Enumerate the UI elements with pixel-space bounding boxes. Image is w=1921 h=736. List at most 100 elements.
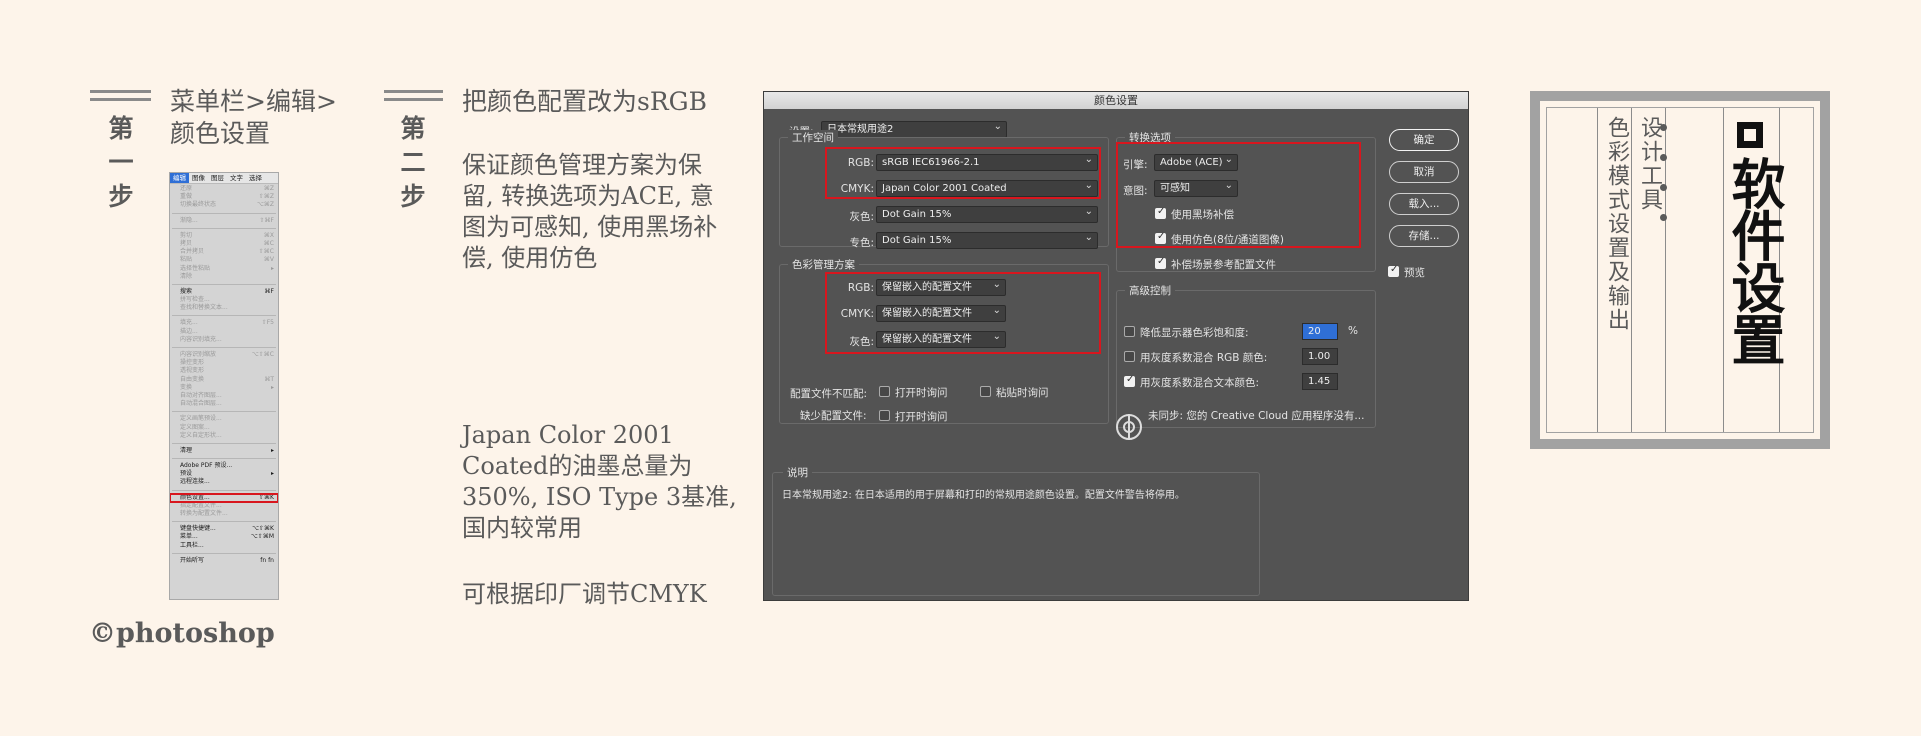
menu-item-label: 剪切	[180, 231, 193, 239]
menu-item-color-settings[interactable]: 颜色设置... ⇧⌘K	[170, 492, 278, 503]
menu-item-shortcut: ▸	[270, 383, 274, 391]
ws-spot-label: 专色:	[849, 237, 874, 249]
menubar-item[interactable]: 图像	[189, 173, 208, 183]
menu-item[interactable]: 切换最终状态 ⌥⌘Z	[170, 201, 278, 209]
menu-item[interactable]: 内容识别缩放 ⌥⇧⌘C	[170, 351, 278, 359]
creative-cloud-sync-icon	[1116, 414, 1142, 440]
menu-item-label: 内容识别填充...	[180, 335, 222, 343]
menu-item-label: 选择性粘贴	[180, 264, 211, 272]
menu-item[interactable]: 自由变换 ⌘T	[170, 376, 278, 384]
desaturate-monitor-checkbox[interactable]	[1124, 326, 1135, 337]
menu-item[interactable]: 转换为配置文件...	[170, 510, 278, 518]
menu-item-shortcut: ⌥⌘Z	[256, 201, 274, 209]
save-button[interactable]: 存储...	[1389, 225, 1459, 247]
menu-item-shortcut: ⇧⌘Z	[258, 193, 274, 201]
blend-text-gamma-checkbox[interactable]	[1124, 374, 1135, 387]
menu-item[interactable]: 剪切 ⌘X	[170, 232, 278, 240]
compensate-scene-profiles-checkbox[interactable]	[1155, 256, 1166, 269]
blend-text-gamma-input[interactable]: 1.45	[1302, 373, 1338, 390]
missing-ask-when-opening-checkbox[interactable]	[879, 410, 890, 421]
menu-item-label: 清除	[180, 272, 193, 280]
menu-item[interactable]: 搜索 ⌘F	[170, 288, 278, 296]
menu-item-label: 菜单...	[180, 533, 198, 541]
menu-item[interactable]: 透视变形	[170, 367, 278, 375]
menu-item-shortcut: ▸	[270, 470, 274, 478]
blend-rgb-gamma-checkbox[interactable]	[1124, 351, 1135, 362]
menu-item-label: 定义图案...	[180, 423, 210, 431]
percent-label: %	[1348, 325, 1358, 337]
menu-item[interactable]: 开始听写 fn fn	[170, 557, 278, 565]
menu-item[interactable]: 内容识别填充...	[170, 336, 278, 344]
working-spaces-legend: 工作空间	[788, 130, 838, 145]
ask-when-opening-label: 打开时询问	[895, 387, 948, 399]
menu-item-label: 查找和替换文本...	[180, 304, 228, 312]
ask-when-pasting-checkbox[interactable]	[980, 386, 991, 397]
decorative-bar	[90, 90, 151, 93]
blend-rgb-gamma-label: 用灰度系数混合 RGB 颜色:	[1140, 352, 1268, 364]
annotation-highlight	[1116, 142, 1361, 248]
menu-item[interactable]: 指定配置文件...	[170, 502, 278, 510]
menubar-item[interactable]: 编辑	[170, 173, 189, 183]
menubar-item[interactable]: 图层	[208, 173, 227, 183]
dialog-title: 颜色设置	[764, 92, 1468, 109]
card-title: 软件设置	[1722, 156, 1786, 364]
menu-item-label: 自动混合图层...	[180, 400, 222, 408]
menu-item[interactable]: 定义图案...	[170, 424, 278, 432]
menu-separator	[172, 225, 276, 229]
ws-spot-select[interactable]: Dot Gain 15%	[876, 232, 1098, 249]
menu-item-label: 填充...	[180, 319, 198, 327]
menu-separator	[172, 408, 276, 413]
menu-item[interactable]: 拷贝 ⌘C	[170, 240, 278, 248]
menu-item-shortcut: ⌘Z	[263, 185, 274, 192]
cancel-button[interactable]: 取消	[1389, 161, 1459, 183]
menu-item-label: 渐隐...	[180, 216, 198, 224]
color-management-legend: 色彩管理方案	[788, 257, 859, 272]
menu-item[interactable]: 还原 ⌘Z	[170, 185, 278, 193]
menu-item-label: 变换	[180, 383, 193, 391]
menu-item[interactable]: 查找和替换文本...	[170, 304, 278, 312]
menu-item[interactable]: 定义自定形状...	[170, 432, 278, 440]
bullet-dot	[1660, 214, 1667, 221]
settings-select[interactable]: 日本常规用途2	[821, 121, 1007, 138]
ok-button[interactable]: 确定	[1389, 129, 1459, 151]
preview-checkbox[interactable]	[1388, 264, 1399, 277]
menu-item[interactable]: 自动对齐图层...	[170, 392, 278, 400]
blend-rgb-gamma-input[interactable]: 1.00	[1302, 348, 1338, 365]
menu-item-label: 自动对齐图层...	[180, 391, 222, 399]
menu-item[interactable]: 菜单... ⌥⇧⌘M	[170, 533, 278, 541]
menu-item-label: 开始听写	[180, 556, 205, 564]
menu-item[interactable]: 工具栏...	[170, 542, 278, 550]
menu-item-label: 切换最终状态	[180, 201, 217, 209]
menu-separator	[172, 312, 276, 317]
color-settings-dialog: 颜色设置 设置: 日本常规用途2 工作空间 RGB: sRGB IEC61966…	[763, 91, 1469, 601]
photoshop-edit-menu: 编辑 图像 图层 文字 选择 还原 ⌘Z 重做 ⇧⌘Z 切换最终状态 ⌥⌘Z 渐隐... ⇧⌘F 剪切 ⌘…	[169, 172, 279, 600]
load-button[interactable]: 载入...	[1389, 193, 1459, 215]
source-credit: ©photoshop	[89, 618, 275, 649]
menu-item[interactable]: 定义画笔预设...	[170, 415, 278, 423]
menu-item-label: 透视变形	[180, 367, 205, 375]
missing-ask-when-opening-label: 打开时询问	[895, 411, 948, 423]
bullet-dot	[1660, 184, 1667, 191]
menu-item[interactable]: 清理 ▸	[170, 447, 278, 455]
menu-item[interactable]: 填充... ⇧F5	[170, 319, 278, 327]
ws-gray-select[interactable]: Dot Gain 15%	[876, 206, 1098, 223]
menu-item[interactable]: 变换 ▸	[170, 384, 278, 392]
menu-item[interactable]: 粘贴 ⌘V	[170, 256, 278, 264]
ask-when-opening-checkbox[interactable]	[879, 386, 890, 397]
menubar-item[interactable]: 文字	[227, 173, 246, 183]
menu-item[interactable]: 自动混合图层...	[170, 400, 278, 408]
description-text: 日本常规用途2: 在日本适用的用于屏幕和打印的常规用途颜色设置。配置文件警告将停…	[782, 490, 1185, 501]
menu-item-label: 粘贴	[180, 256, 193, 264]
menu-item[interactable]: 清除	[170, 273, 278, 281]
menu-item[interactable]: 描边...	[170, 328, 278, 336]
menu-item-label: 自由变换	[180, 375, 205, 383]
menu-item-label: 定义自定形状...	[180, 431, 222, 439]
menu-item-label: 指定配置文件...	[180, 501, 222, 509]
menu-separator	[172, 518, 276, 523]
menubar-item[interactable]: 选择	[246, 173, 265, 183]
menu-item[interactable]: 渐隐... ⇧⌘F	[170, 217, 278, 225]
menu-item[interactable]: 选择性粘贴 ▸	[170, 265, 278, 273]
menu-item-shortcut: ⌘V	[263, 256, 274, 264]
desaturate-value-input[interactable]: 20	[1302, 323, 1338, 340]
menu-item[interactable]: 远程连接...	[170, 478, 278, 486]
